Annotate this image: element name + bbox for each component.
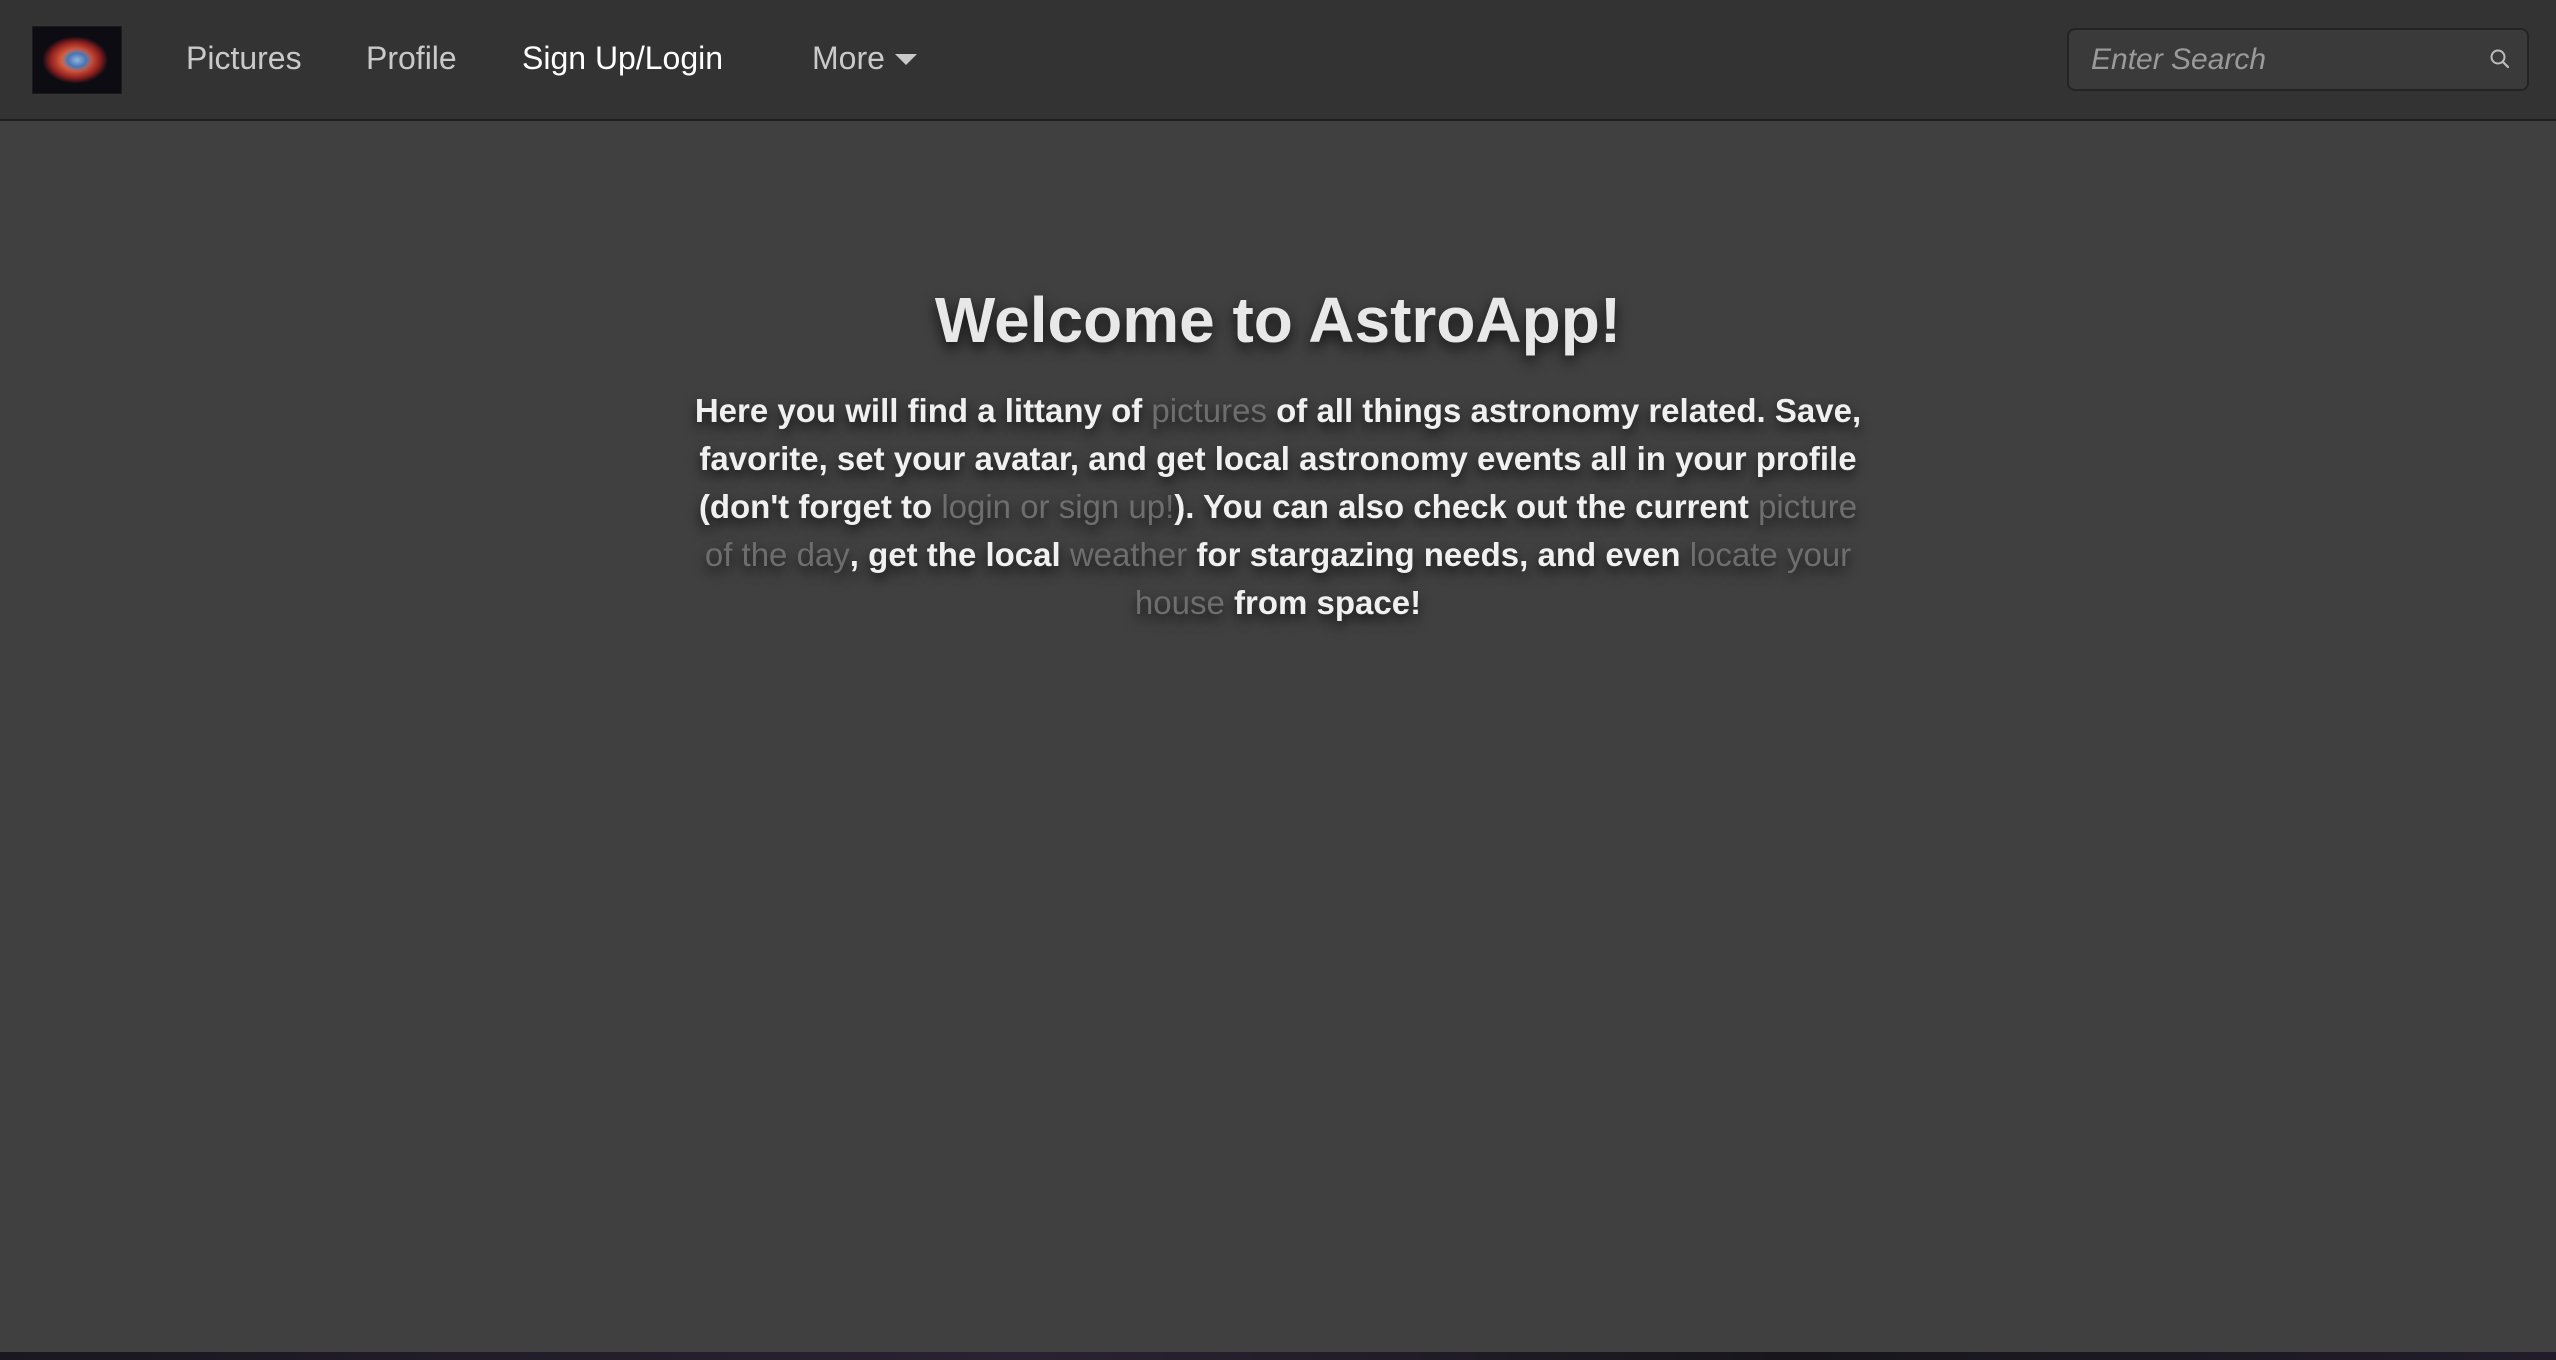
welcome-text: from space!: [1224, 584, 1422, 621]
login-signup-link[interactable]: login or sign up!: [941, 488, 1174, 525]
caret-down-icon: [894, 54, 917, 65]
page-title: Welcome to AstroApp!: [934, 284, 1622, 356]
welcome-text: Here you will find a littany of: [694, 392, 1152, 429]
nav-more-dropdown[interactable]: More: [812, 38, 917, 78]
nav-link-signup-login[interactable]: Sign Up/Login: [522, 38, 723, 78]
page-background: Pictures Profile Sign Up/Login More Welc…: [0, 0, 2556, 1352]
search-box: [2067, 28, 2529, 91]
welcome-description: Here you will find a littany of pictures…: [690, 387, 1866, 627]
top-navbar: Pictures Profile Sign Up/Login More: [0, 0, 2556, 121]
weather-link[interactable]: weather: [1070, 536, 1187, 573]
helix-nebula-logo-icon[interactable]: [32, 26, 122, 94]
nav-link-profile[interactable]: Profile: [366, 38, 457, 78]
search-input[interactable]: [2069, 30, 2469, 89]
bottom-edge: [0, 1352, 2556, 1360]
nav-link-pictures[interactable]: Pictures: [186, 38, 302, 78]
nav-more-label: More: [812, 40, 885, 76]
search-icon[interactable]: [2487, 46, 2513, 72]
welcome-text: for stargazing needs, and even: [1187, 536, 1690, 573]
welcome-text: , get the local: [849, 536, 1070, 573]
welcome-text: ). You can also check out the current: [1174, 488, 1759, 525]
pictures-link[interactable]: pictures: [1151, 392, 1267, 429]
